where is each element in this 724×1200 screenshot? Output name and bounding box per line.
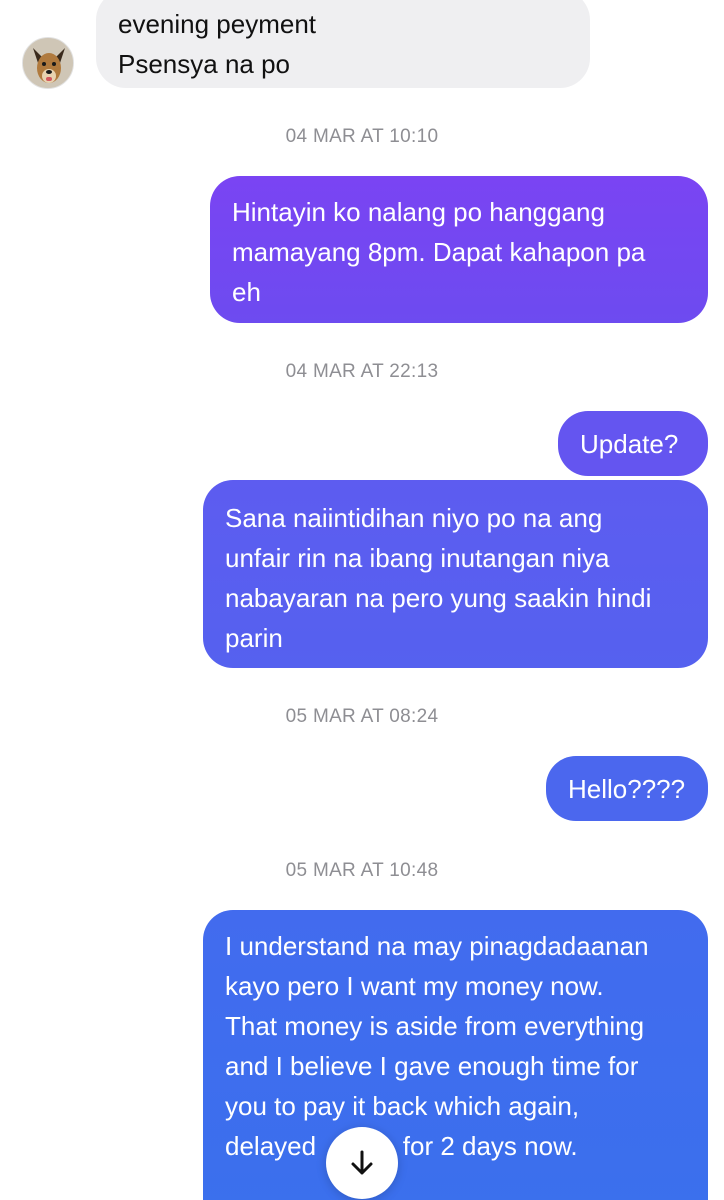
message-text-line: Update? [580, 429, 679, 459]
message-text-line: I understand na may pinagdadaanan [225, 931, 649, 961]
message-timestamp: 05 MAR AT 08:24 [285, 706, 439, 727]
arrow-down-icon [351, 1150, 373, 1175]
message-text-line: you to pay it back which again, [225, 1091, 580, 1121]
message-text-line: kayo pero I want my money now. [225, 971, 604, 1001]
message-text-line: delayed for 2 days now. [225, 1131, 578, 1161]
outgoing-message-bubble[interactable]: Hintayin ko nalang po hanggang mamayang … [210, 176, 708, 323]
outgoing-message-bubble[interactable]: Update? [558, 411, 708, 476]
message-text-line: Sana naiintidihan niyo po na ang [225, 503, 603, 533]
message-text-line: Hintayin ko nalang po hanggang [232, 197, 605, 227]
outgoing-message-bubble[interactable]: Hello???? [546, 756, 708, 821]
outgoing-message-bubble[interactable]: I understand na may pinagdadaanan kayo p… [203, 910, 708, 1200]
message-text-line: parin [225, 623, 283, 653]
message-text-line: That money is aside from everything [225, 1011, 645, 1041]
message-text-line: and I believe I gave enough time for [225, 1051, 639, 1081]
message-text-line: nabayaran na pero yung saakin hindi [225, 583, 652, 613]
dog-avatar-icon[interactable] [22, 37, 74, 89]
message-timestamp: 04 MAR AT 22:13 [285, 361, 439, 382]
message-text-line: mamayang 8pm. Dapat kahapon pa [232, 237, 646, 267]
message-text-line: eh [232, 277, 261, 307]
message-text-line: evening peyment [118, 9, 317, 39]
message-timestamp: 05 MAR AT 10:48 [285, 860, 439, 881]
message-text-line: unfair rin na ibang inutangan niya [225, 543, 610, 573]
message-timestamp: 04 MAR AT 10:10 [285, 126, 439, 147]
outgoing-message-bubble[interactable]: Sana naiintidihan niyo po na ang unfair … [203, 480, 708, 668]
incoming-message-bubble[interactable]: evening peyment Psensya na po [96, 0, 590, 88]
chat-thread[interactable]: evening peyment Psensya na po 04 MAR AT … [0, 0, 724, 1200]
message-text-line: Psensya na po [118, 49, 291, 79]
scroll-to-bottom-button[interactable] [326, 1127, 398, 1199]
message-text-line: Hello???? [568, 774, 686, 804]
